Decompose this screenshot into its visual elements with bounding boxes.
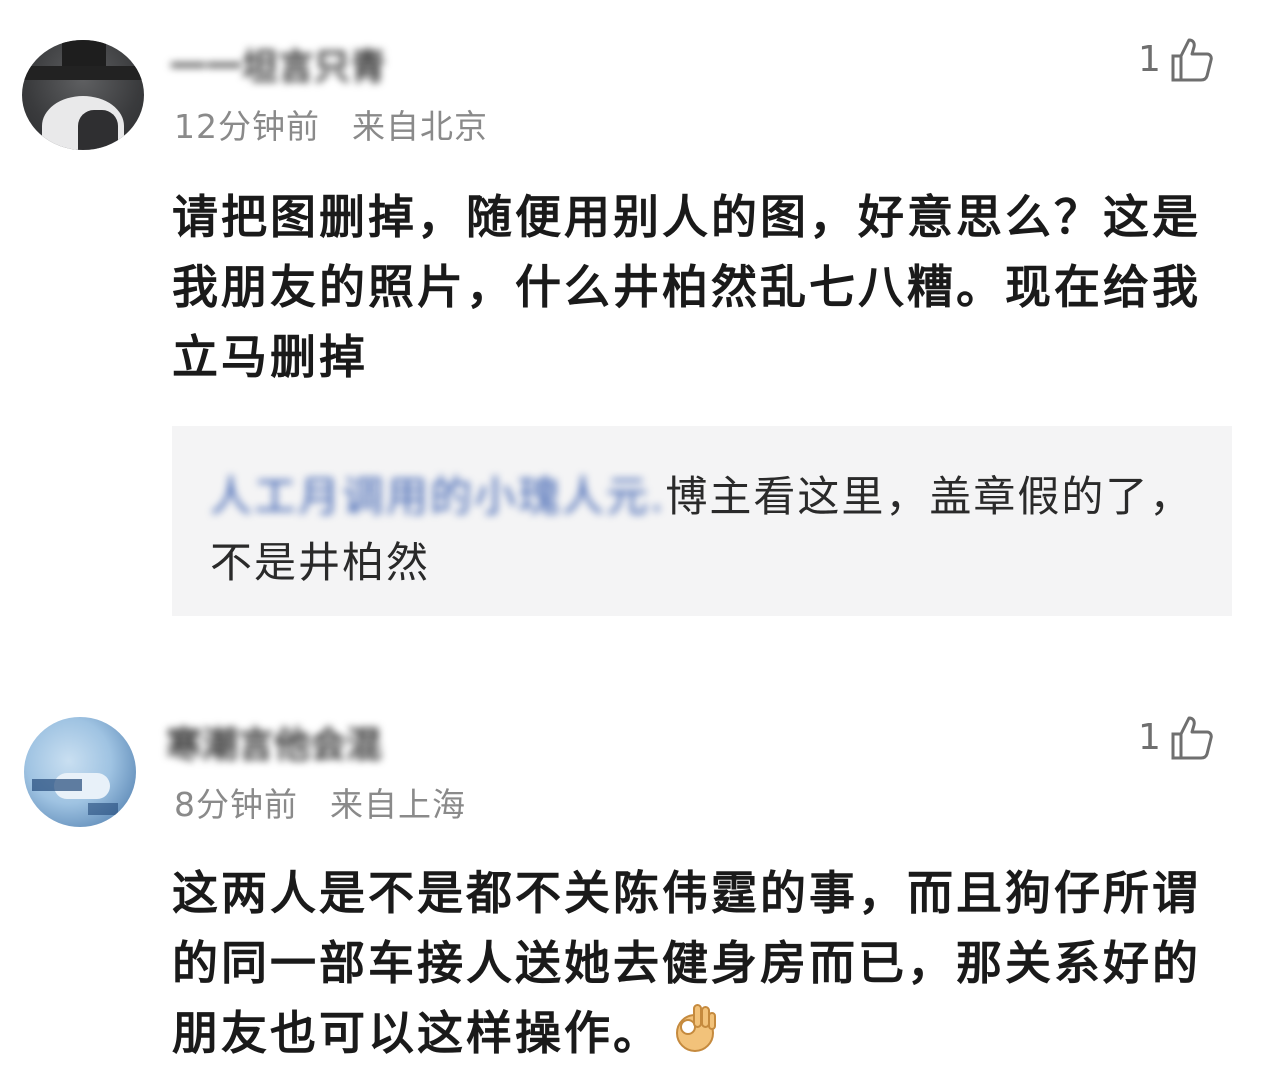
avatar-silhouette — [78, 110, 118, 150]
thumbs-up-icon — [1171, 716, 1213, 760]
comment-location: 来自北京 — [352, 107, 488, 146]
username[interactable]: 寒潮言他会混 — [166, 716, 382, 768]
ok-hand-icon — [672, 1001, 718, 1072]
comment-text: 请把图删掉，随便用别人的图，好意思么？这是我朋友的照片，什么井柏然乱七八糟。现在… — [172, 190, 1201, 384]
avatar-text-mark — [88, 803, 118, 815]
like-count: 1 — [1138, 38, 1161, 80]
comment-time: 8分钟前 — [174, 785, 298, 824]
comment-text: 这两人是不是都不关陈伟霆的事，而且狗仔所谓的同一部车接人送她去健身房而已，那关系… — [172, 858, 1212, 1072]
like-button[interactable]: 1 — [1138, 36, 1213, 82]
like-count: 1 — [1138, 716, 1161, 758]
comment-meta: 12分钟前 来自北京 — [174, 100, 488, 148]
thumbs-up-icon — [1171, 38, 1213, 82]
like-button[interactable]: 1 — [1138, 714, 1213, 760]
avatar-hat-brim — [22, 66, 144, 80]
username[interactable]: 一一坦言只青 — [170, 38, 386, 90]
avatar-text-mark — [32, 779, 82, 791]
comment-time: 12分钟前 — [174, 107, 320, 146]
comment-meta: 8分钟前 来自上海 — [174, 778, 466, 826]
avatar[interactable] — [24, 717, 136, 827]
quoted-author: 人工月调用的小瑰人元. — [210, 472, 666, 521]
quoted-reply-body: 人工月调用的小瑰人元.博主看这里，盖章假的了，不是井柏然 — [210, 464, 1210, 596]
comment-location: 来自上海 — [330, 785, 466, 824]
quoted-reply[interactable]: 人工月调用的小瑰人元.博主看这里，盖章假的了，不是井柏然 — [172, 426, 1232, 616]
avatar[interactable] — [22, 40, 144, 150]
